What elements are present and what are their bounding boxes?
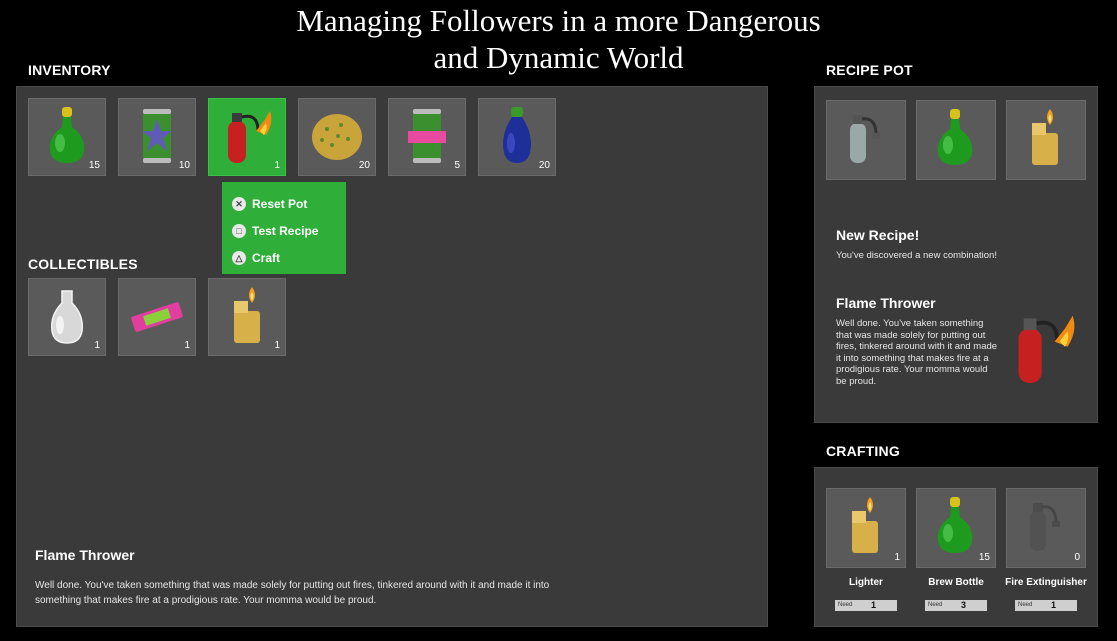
item-quantity: 15 — [978, 552, 990, 563]
recipe-pot-slot-fire-extinguisher[interactable] — [826, 100, 906, 180]
need-badge: Need 3 — [925, 600, 987, 611]
cross-button-icon: ✕ — [232, 196, 246, 211]
item-quantity: 20 — [538, 160, 550, 171]
inventory-slot-green-potion[interactable]: 15 — [28, 98, 106, 176]
need-label: Need — [838, 602, 853, 608]
green-potion-icon — [937, 109, 973, 165]
need-count: 1 — [1051, 600, 1057, 610]
triangle-button-icon: △ — [232, 250, 246, 265]
item-context-menu: ✕ Reset Pot □ Test Recipe △ Craft — [222, 182, 346, 274]
need-badge: Need 1 — [1015, 600, 1077, 611]
blue-potion-icon — [503, 107, 531, 163]
lighter-icon — [1032, 109, 1058, 165]
recipe-pot-slot-lighter[interactable] — [1006, 100, 1086, 180]
recipe-result-title: Flame Thrower — [836, 295, 936, 311]
soda-can-icon — [142, 109, 172, 163]
menu-item-test-recipe[interactable]: □ Test Recipe — [222, 217, 346, 244]
item-quantity: 20 — [358, 160, 370, 171]
recipe-pot-slot-green-potion[interactable] — [916, 100, 996, 180]
recipe-result-text: Well done. You've taken something that w… — [836, 318, 998, 387]
green-potion-icon — [937, 497, 973, 553]
crafting-item-name: Brew Bottle — [928, 577, 984, 588]
need-count: 1 — [871, 600, 877, 610]
menu-item-craft[interactable]: △ Craft — [222, 244, 346, 271]
menu-item-reset-pot[interactable]: ✕ Reset Pot — [222, 190, 346, 217]
new-recipe-text: You've discovered a new combination! — [836, 250, 997, 261]
fire-extinguisher-icon — [1030, 503, 1060, 551]
inventory-slot-cookie[interactable]: 20 — [298, 98, 376, 176]
cookie-icon — [312, 114, 362, 160]
menu-item-label: Craft — [252, 250, 281, 265]
need-count: 3 — [961, 600, 967, 610]
lighter-icon — [852, 497, 878, 553]
item-quantity: 15 — [88, 160, 100, 171]
inventory-slot-taped-can[interactable]: 5 — [388, 98, 466, 176]
item-quantity: 10 — [178, 160, 190, 171]
empty-bottle-icon — [50, 290, 84, 344]
flame-thrower-icon — [228, 111, 272, 163]
need-label: Need — [1018, 602, 1033, 608]
item-quantity: 1 — [274, 340, 280, 351]
crafting-heading: CRAFTING — [826, 443, 900, 459]
item-description-text: Well done. You've taken something that w… — [35, 580, 550, 606]
flame-thrower-icon — [1018, 315, 1075, 383]
green-potion-icon — [49, 107, 85, 163]
inventory-slot-flame-thrower[interactable]: 1 — [208, 98, 286, 176]
item-quantity: 1 — [94, 340, 100, 351]
taped-can-icon — [408, 109, 446, 163]
crafting-slot-lighter[interactable]: 1 — [826, 488, 906, 568]
crafting-slot-fire-extinguisher[interactable]: 0 — [1006, 488, 1086, 568]
need-badge: Need 1 — [835, 600, 897, 611]
crafting-slot-brew-bottle[interactable]: 15 — [916, 488, 996, 568]
item-quantity: 1 — [894, 552, 900, 563]
collectibles-heading: COLLECTIBLES — [28, 256, 138, 272]
need-label: Need — [928, 602, 943, 608]
square-button-icon: □ — [232, 223, 246, 238]
crafting-item-name: Lighter — [849, 577, 883, 588]
inventory-slot-blue-potion[interactable]: 20 — [478, 98, 556, 176]
new-recipe-title: New Recipe! — [836, 227, 920, 243]
inventory-heading: INVENTORY — [28, 62, 111, 78]
presentation-title: Managing Followers in a more Dangerous a… — [0, 2, 1117, 76]
item-description-title: Flame Thrower — [35, 547, 135, 563]
fire-extinguisher-icon — [850, 115, 880, 163]
title-line-1: Managing Followers in a more Dangerous — [296, 3, 821, 38]
collectible-slot-lighter[interactable]: 1 — [208, 278, 286, 356]
crafting-item-name: Fire Extinguisher — [1005, 577, 1087, 588]
menu-item-label: Reset Pot — [252, 196, 308, 211]
item-quantity: 1 — [184, 340, 190, 351]
collectible-slot-gum-pack[interactable]: 1 — [118, 278, 196, 356]
item-quantity: 1 — [274, 160, 280, 171]
collectible-slot-empty-bottle[interactable]: 1 — [28, 278, 106, 356]
title-line-2: and Dynamic World — [433, 40, 684, 75]
recipe-pot-heading: RECIPE POT — [826, 62, 913, 78]
gum-pack-icon — [131, 302, 183, 332]
item-quantity: 0 — [1074, 552, 1080, 563]
menu-item-label: Test Recipe — [252, 223, 319, 238]
lighter-icon — [234, 287, 260, 343]
inventory-slot-soda-can[interactable]: 10 — [118, 98, 196, 176]
item-quantity: 5 — [454, 160, 460, 171]
